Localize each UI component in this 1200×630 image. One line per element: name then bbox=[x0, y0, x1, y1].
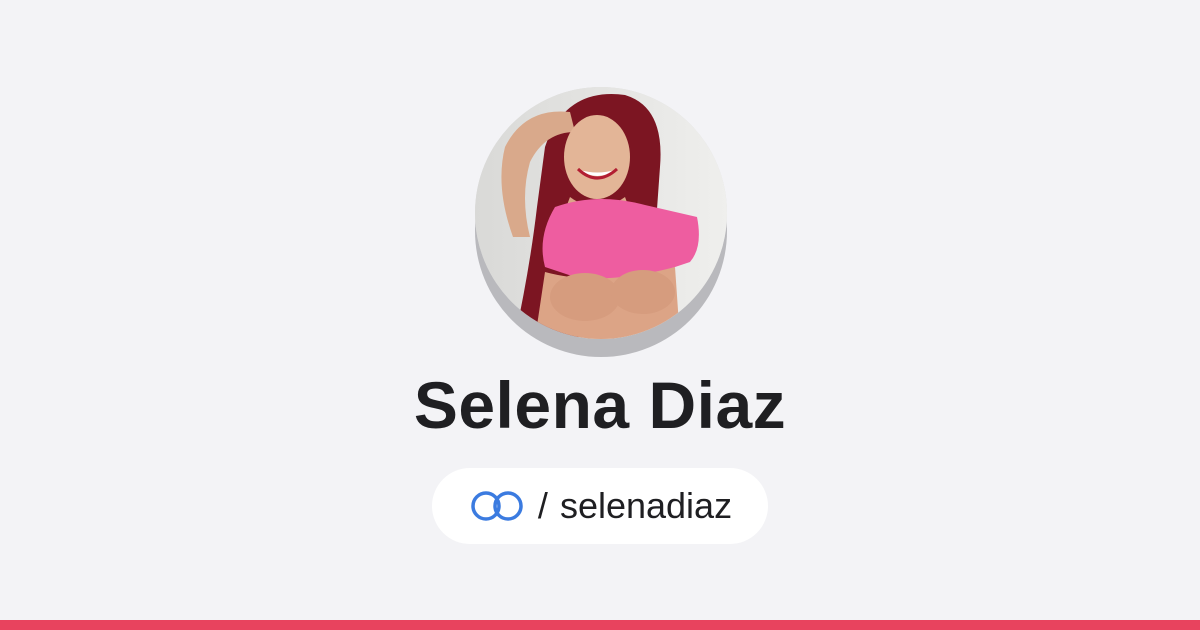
avatar-image bbox=[475, 87, 727, 339]
avatar bbox=[475, 87, 727, 339]
accent-bottom-bar bbox=[0, 620, 1200, 630]
profile-link-pill[interactable]: / selenadiaz bbox=[432, 468, 768, 544]
handle-text: selenadiaz bbox=[559, 485, 733, 526]
profile-name: Selena Diaz bbox=[413, 368, 787, 442]
handle-prefix: / bbox=[537, 485, 548, 526]
link-rings-icon bbox=[468, 489, 526, 523]
avatar-container bbox=[475, 87, 727, 357]
